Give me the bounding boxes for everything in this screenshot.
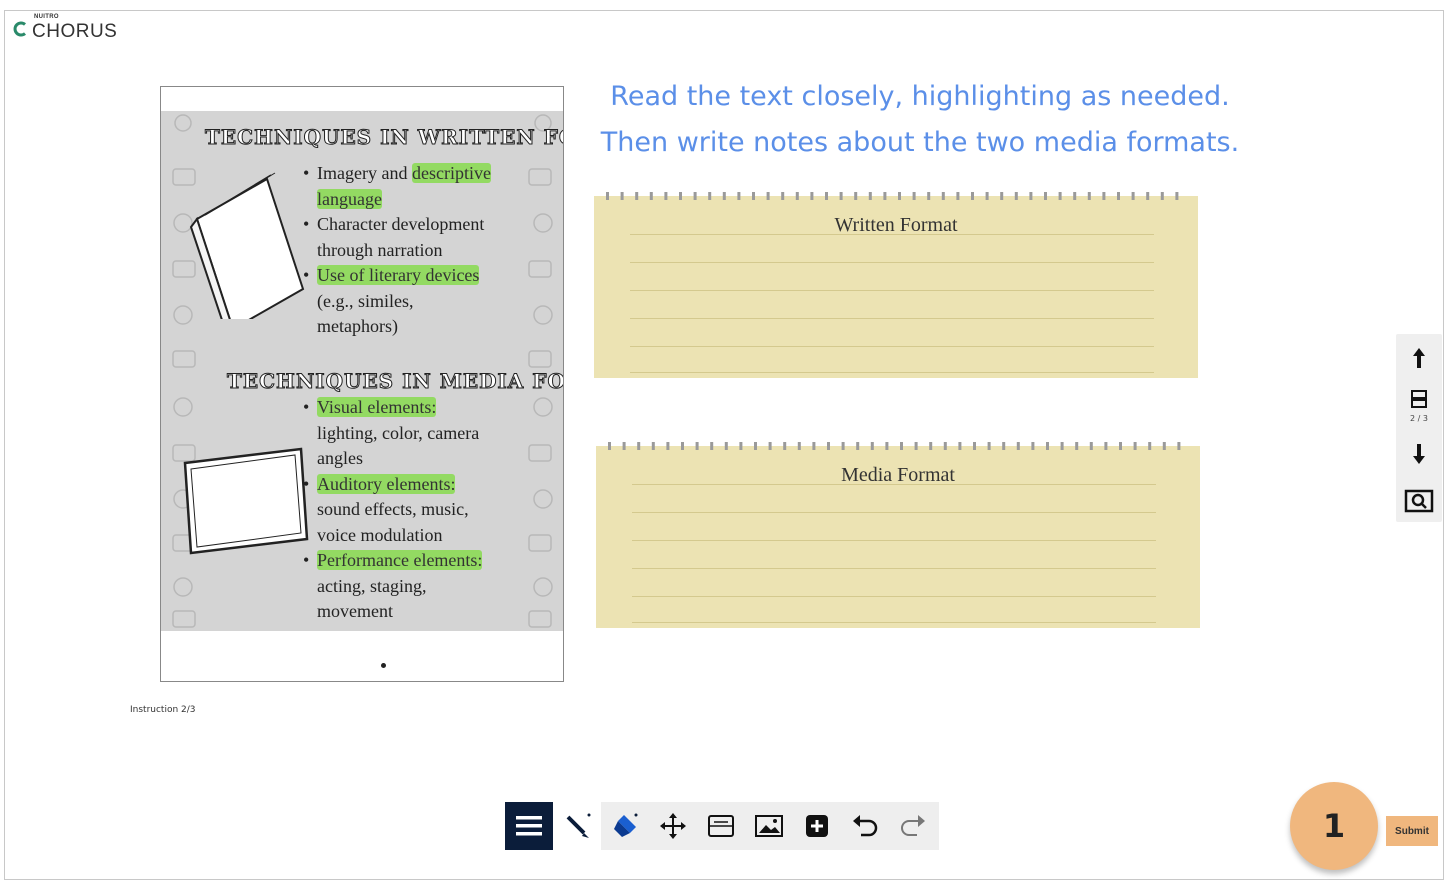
notepad-line: [632, 596, 1156, 597]
instruction-line-2: Then write notes about the two media for…: [600, 127, 1240, 158]
bullet-dot: •: [303, 163, 310, 183]
bullet-text: (e.g., similes,: [317, 290, 414, 311]
highlighted-text: Performance elements:: [317, 550, 483, 570]
count-badge: 1: [1290, 782, 1378, 870]
list-item: (e.g., similes,: [317, 289, 414, 315]
written-format-notepad[interactable]: Written Format: [594, 192, 1198, 378]
notepad-line: [632, 512, 1156, 513]
list-item: movement: [317, 599, 393, 625]
zoom-icon[interactable]: [1396, 486, 1442, 516]
document-page: TECHNIQUES IN WRITTEN FORM • Imagery and …: [161, 111, 563, 631]
notepad-line: [632, 484, 1156, 485]
bullet-dot: •: [303, 550, 310, 570]
bullet-text: angles: [317, 448, 363, 468]
list-item: language: [317, 187, 382, 213]
list-item: voice modulation: [317, 523, 442, 549]
bullet-text: through narration: [317, 239, 443, 260]
list-item: • Auditory elements:: [303, 472, 456, 498]
text-box-icon[interactable]: [697, 802, 745, 850]
image-icon[interactable]: [745, 802, 793, 850]
notepad-perforation: [606, 192, 1179, 200]
submit-button[interactable]: Submit: [1386, 816, 1438, 846]
list-item: • Visual elements:: [303, 395, 437, 421]
highlighted-text: descriptive: [411, 163, 491, 183]
media-form-heading: TECHNIQUES IN MEDIA FORM: [227, 369, 563, 394]
list-item: • Use of literary devices: [303, 263, 480, 289]
bullet-dot: •: [303, 397, 310, 417]
bullet-text: Imagery and: [317, 163, 412, 183]
pen-icon[interactable]: [553, 802, 601, 850]
notepad-perforation: [608, 442, 1181, 450]
list-item: lighting, color, camera: [317, 421, 479, 447]
list-item: sound effects, music,: [317, 497, 469, 523]
bullet-dot: •: [303, 265, 310, 285]
menu-icon[interactable]: [505, 802, 553, 850]
notepad-line: [630, 318, 1154, 319]
bullet-text: Character development: [317, 214, 485, 234]
task-instructions: Read the text closely, highlighting as n…: [580, 74, 1260, 166]
list-item: acting, staging,: [317, 574, 426, 600]
page-dot: [381, 663, 386, 668]
film-screen-icon: [183, 447, 309, 555]
list-item: through narration: [317, 238, 442, 264]
bullet-dot: •: [303, 214, 310, 234]
list-item: metaphors): [317, 314, 398, 340]
media-format-notepad[interactable]: Media Format: [596, 442, 1200, 628]
notepad-line: [632, 540, 1156, 541]
bullet-text: movement: [317, 601, 393, 621]
instruction-page-label: Instruction 2/3: [130, 705, 196, 715]
page-indicator: 2 / 3: [1410, 414, 1428, 423]
written-form-heading: TECHNIQUES IN WRITTEN FORM: [204, 125, 563, 150]
undo-icon[interactable]: [841, 802, 889, 850]
instruction-line-1: Read the text closely, highlighting as n…: [610, 81, 1230, 112]
highlighted-text: Use of literary devices: [317, 265, 480, 285]
notepad-line: [630, 262, 1154, 263]
slide-icon[interactable]: [1396, 386, 1442, 412]
logo-small-text: NUITRO: [34, 14, 59, 20]
notepad-line: [630, 346, 1154, 347]
bullet-text: voice modulation: [317, 524, 443, 545]
logo-mark-icon: [13, 21, 26, 37]
notepad-line: [632, 568, 1156, 569]
bullet-text: acting, staging,: [317, 575, 427, 596]
book-icon: [189, 172, 305, 319]
app-logo: NUITRO CHORUS: [12, 14, 118, 42]
bullet-text: metaphors): [317, 316, 398, 336]
highlighted-text: Visual elements:: [317, 397, 437, 417]
add-icon[interactable]: [793, 802, 841, 850]
redo-icon[interactable]: [889, 802, 937, 850]
notepad-line: [630, 290, 1154, 291]
source-document[interactable]: TECHNIQUES IN WRITTEN FORM • Imagery and …: [160, 86, 564, 682]
list-item: • Imagery and descriptive: [303, 161, 491, 187]
bullet-text: sound effects, music,: [317, 499, 469, 519]
list-item: • Character development: [303, 212, 485, 238]
arrow-down-icon[interactable]: [1396, 440, 1442, 468]
notepad-line: [630, 234, 1154, 235]
arrow-up-icon[interactable]: [1396, 344, 1442, 372]
list-item: angles: [317, 446, 363, 472]
list-item: • Performance elements:: [303, 548, 483, 574]
side-toolbar: 2 / 3: [1396, 334, 1442, 522]
bullet-text: lighting, color, camera: [317, 422, 480, 443]
highlighted-text: Auditory elements:: [317, 473, 456, 494]
bullet-dot: •: [303, 473, 310, 494]
logo-main-text: CHORUS: [32, 21, 118, 42]
notepad-line: [630, 372, 1154, 373]
bottom-toolbar: [505, 802, 939, 850]
move-icon[interactable]: [649, 802, 697, 850]
notepad-line: [632, 622, 1156, 623]
highlighted-text: language: [317, 188, 382, 209]
highlighter-icon[interactable]: [601, 802, 649, 850]
